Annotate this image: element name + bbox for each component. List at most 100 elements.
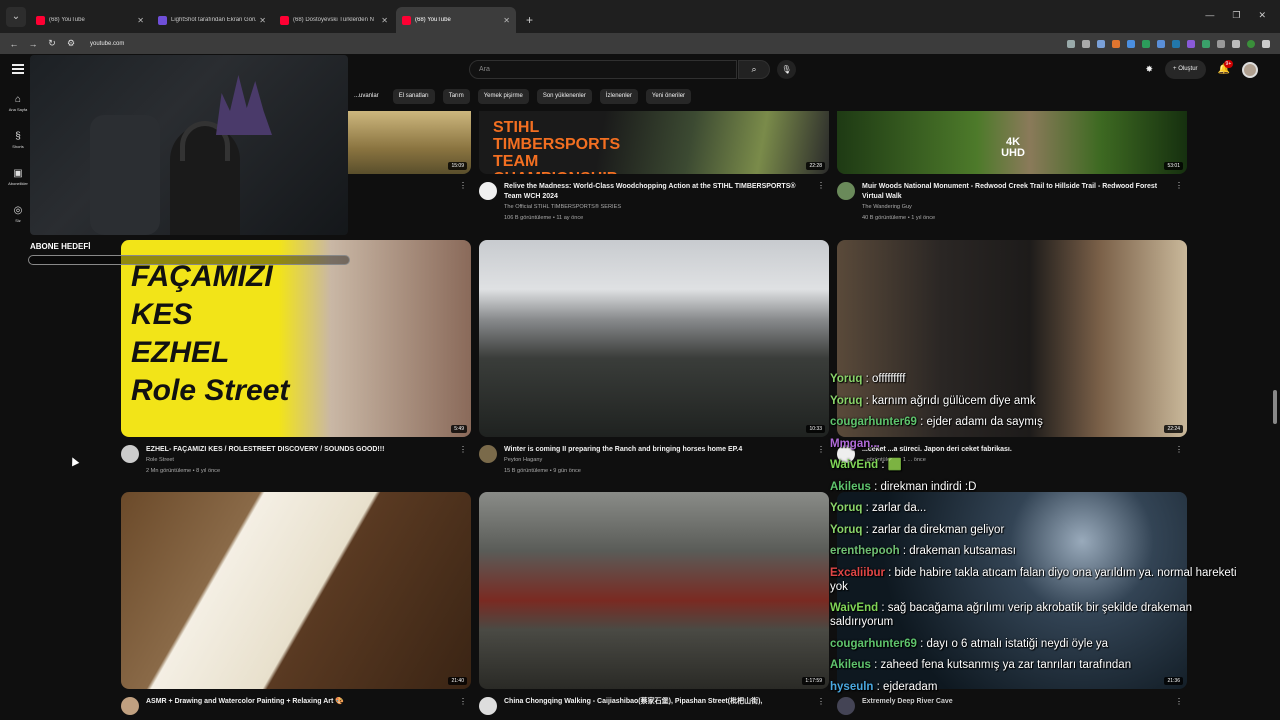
maximize-icon[interactable]: ❐ [1232, 10, 1240, 21]
close-tab-icon[interactable]: ✕ [259, 16, 266, 25]
video-card[interactable]: STIHL TIMBERSPORTS TEAM CHAMPIONSHIP 202… [479, 111, 829, 224]
menu-dots-icon[interactable] [1262, 39, 1270, 48]
more-options-icon[interactable]: ⋮ [817, 697, 825, 706]
chat-text: : zaheed fena kutsanmış ya zar tanrıları… [874, 659, 1132, 671]
extension-icon[interactable] [1217, 39, 1225, 48]
chat-message: Yoruq : zarlar da... [830, 501, 1250, 515]
video-title[interactable]: ASMR + Drawing and Watercolor Painting +… [146, 697, 446, 707]
eye-off-icon[interactable] [1082, 39, 1090, 48]
extension-icon[interactable]: ✸ [1145, 64, 1153, 75]
video-title[interactable]: EZHEL- FAÇAMIZI KES / ROLESTREET DISCOVE… [146, 445, 446, 455]
video-card[interactable]: 1:17:59 China Chongqing Walking - Caijia… [479, 492, 829, 715]
extension-icon[interactable] [1127, 39, 1135, 48]
extension-icon[interactable] [1142, 39, 1150, 48]
close-tab-icon[interactable]: ✕ [381, 16, 388, 25]
puzzle-icon[interactable] [1232, 39, 1240, 48]
extension-icon[interactable] [1157, 39, 1165, 48]
search-icon[interactable]: ⌕ [738, 60, 770, 79]
site-info-icon[interactable]: ⚙ [63, 38, 79, 49]
chat-text: : zarlar da direkman geliyor [865, 523, 1005, 536]
channel-name[interactable]: Role Street [146, 455, 446, 466]
hamburger-menu-icon[interactable] [12, 64, 24, 74]
chip[interactable]: El sanatları [392, 89, 435, 104]
chip[interactable]: Yemek pişirme [477, 89, 529, 104]
more-options-icon[interactable]: ⋮ [459, 181, 467, 190]
chat-message: Yoruq : offfffffff [830, 372, 1250, 386]
channel-avatar[interactable] [479, 697, 497, 715]
chat-text: : 🟩 [881, 459, 903, 471]
video-title[interactable]: China Chongqing Walking - Caijiashibao(蔡… [504, 697, 804, 707]
page-scrollbar[interactable] [1273, 390, 1277, 424]
video-thumbnail[interactable]: 21:40 [121, 492, 471, 689]
forward-icon[interactable]: → [25, 39, 41, 49]
browser-tab[interactable]: (68) Dostoyevski Türklerden N ✕ [274, 7, 394, 33]
video-thumbnail[interactable]: 4K UHD 53:01 [837, 111, 1187, 174]
channel-avatar[interactable] [837, 182, 855, 200]
chip[interactable]: Son yüklenenler [536, 89, 592, 104]
cast-icon[interactable] [1067, 39, 1075, 48]
channel-name[interactable]: The Wandering Guy [862, 202, 1162, 213]
more-options-icon[interactable]: ⋮ [1175, 181, 1183, 190]
more-options-icon[interactable]: ⋮ [459, 445, 467, 454]
tab-title: LightShot tarafından Ekran Görüntüsü [171, 17, 257, 23]
more-options-icon[interactable]: ⋮ [817, 445, 825, 454]
back-icon[interactable]: ← [6, 39, 22, 49]
chip[interactable]: Tarım [442, 89, 470, 104]
video-title[interactable]: Relive the Madness: World-Class Woodchop… [504, 182, 804, 202]
address-bar: ← → ↻ ⚙ youtube.com [0, 33, 1280, 54]
search-input[interactable]: Ara [469, 60, 737, 79]
video-thumbnail[interactable]: 10:33 [479, 240, 829, 437]
chat-username: Yoruq [830, 523, 863, 536]
more-options-icon[interactable]: ⋮ [459, 697, 467, 706]
chip[interactable]: ...uvanlar [348, 89, 385, 104]
browser-tab-active[interactable]: (68) YouTube ✕ [396, 7, 516, 33]
minimize-icon[interactable]: — [1205, 10, 1214, 21]
chat-username: cougarhunter69 [830, 416, 917, 428]
chat-username: WaivEnd [830, 459, 879, 471]
url-input[interactable]: youtube.com [90, 41, 1067, 47]
microphone-icon[interactable]: 🎙 [777, 60, 796, 79]
channel-name[interactable]: Peyton Hagany [504, 455, 804, 466]
chip[interactable]: Yeni öneriler [645, 89, 692, 104]
extension-icon[interactable] [1112, 39, 1120, 48]
video-card[interactable]: 4K UHD 53:01 Muir Woods National Monumen… [837, 111, 1187, 224]
video-card[interactable]: 10:33 Winter is coming II preparing the … [479, 240, 829, 477]
browser-tab[interactable]: LightShot tarafından Ekran Görüntüsü ✕ [152, 7, 272, 33]
video-title[interactable]: Muir Woods National Monument - Redwood C… [862, 182, 1162, 202]
create-button[interactable]: + Oluştur [1165, 60, 1206, 79]
new-tab-icon[interactable]: + [526, 13, 533, 27]
video-card[interactable]: 21:40 ASMR + Drawing and Watercolor Pain… [121, 492, 471, 715]
extension-icon[interactable] [1172, 39, 1180, 48]
close-tab-icon[interactable]: ✕ [503, 16, 510, 25]
video-title[interactable]: Winter is coming II preparing the Ranch … [504, 445, 804, 455]
chip[interactable]: İzlenenler [599, 89, 638, 104]
channel-avatar[interactable] [479, 445, 497, 463]
mouse-cursor [68, 455, 80, 467]
more-options-icon[interactable]: ⋮ [817, 181, 825, 190]
video-card[interactable]: FAÇAMIZI KES EZHEL Role Street 5:49 EZHE… [121, 240, 471, 477]
chat-text: : zarlar da... [865, 502, 927, 514]
video-thumbnail[interactable]: STIHL TIMBERSPORTS TEAM CHAMPIONSHIP 202… [479, 111, 829, 174]
channel-avatar[interactable] [121, 697, 139, 715]
browser-tab-bar: ⌄ (68) YouTube ✕ LightShot tarafından Ek… [0, 0, 1280, 33]
profile-icon[interactable] [1247, 39, 1255, 48]
close-window-icon[interactable]: ✕ [1258, 10, 1266, 21]
browser-tab[interactable]: (68) YouTube ✕ [30, 7, 150, 33]
bookmark-star-icon[interactable] [1097, 39, 1105, 48]
channel-avatar[interactable] [121, 445, 139, 463]
chat-username: WaivEnd [830, 602, 879, 614]
extension-icon[interactable] [1187, 39, 1195, 48]
video-thumbnail[interactable]: 1:17:59 [479, 492, 829, 689]
extension-icon[interactable] [1202, 39, 1210, 48]
notifications-bell-icon[interactable]: 🔔 9+ [1218, 60, 1234, 75]
duration-badge: 5:49 [451, 425, 467, 433]
youtube-icon [280, 15, 289, 25]
avatar[interactable] [1242, 61, 1258, 78]
video-thumbnail[interactable]: FAÇAMIZI KES EZHEL Role Street 5:49 [121, 240, 471, 437]
channel-avatar[interactable] [479, 182, 497, 200]
chat-text: : offfffffff [865, 373, 906, 385]
reload-icon[interactable]: ↻ [44, 38, 60, 49]
close-tab-icon[interactable]: ✕ [137, 16, 144, 25]
tab-search-icon[interactable]: ⌄ [6, 7, 26, 27]
channel-name[interactable]: The Official STIHL TIMBERSPORTS® SERIES [504, 202, 804, 213]
